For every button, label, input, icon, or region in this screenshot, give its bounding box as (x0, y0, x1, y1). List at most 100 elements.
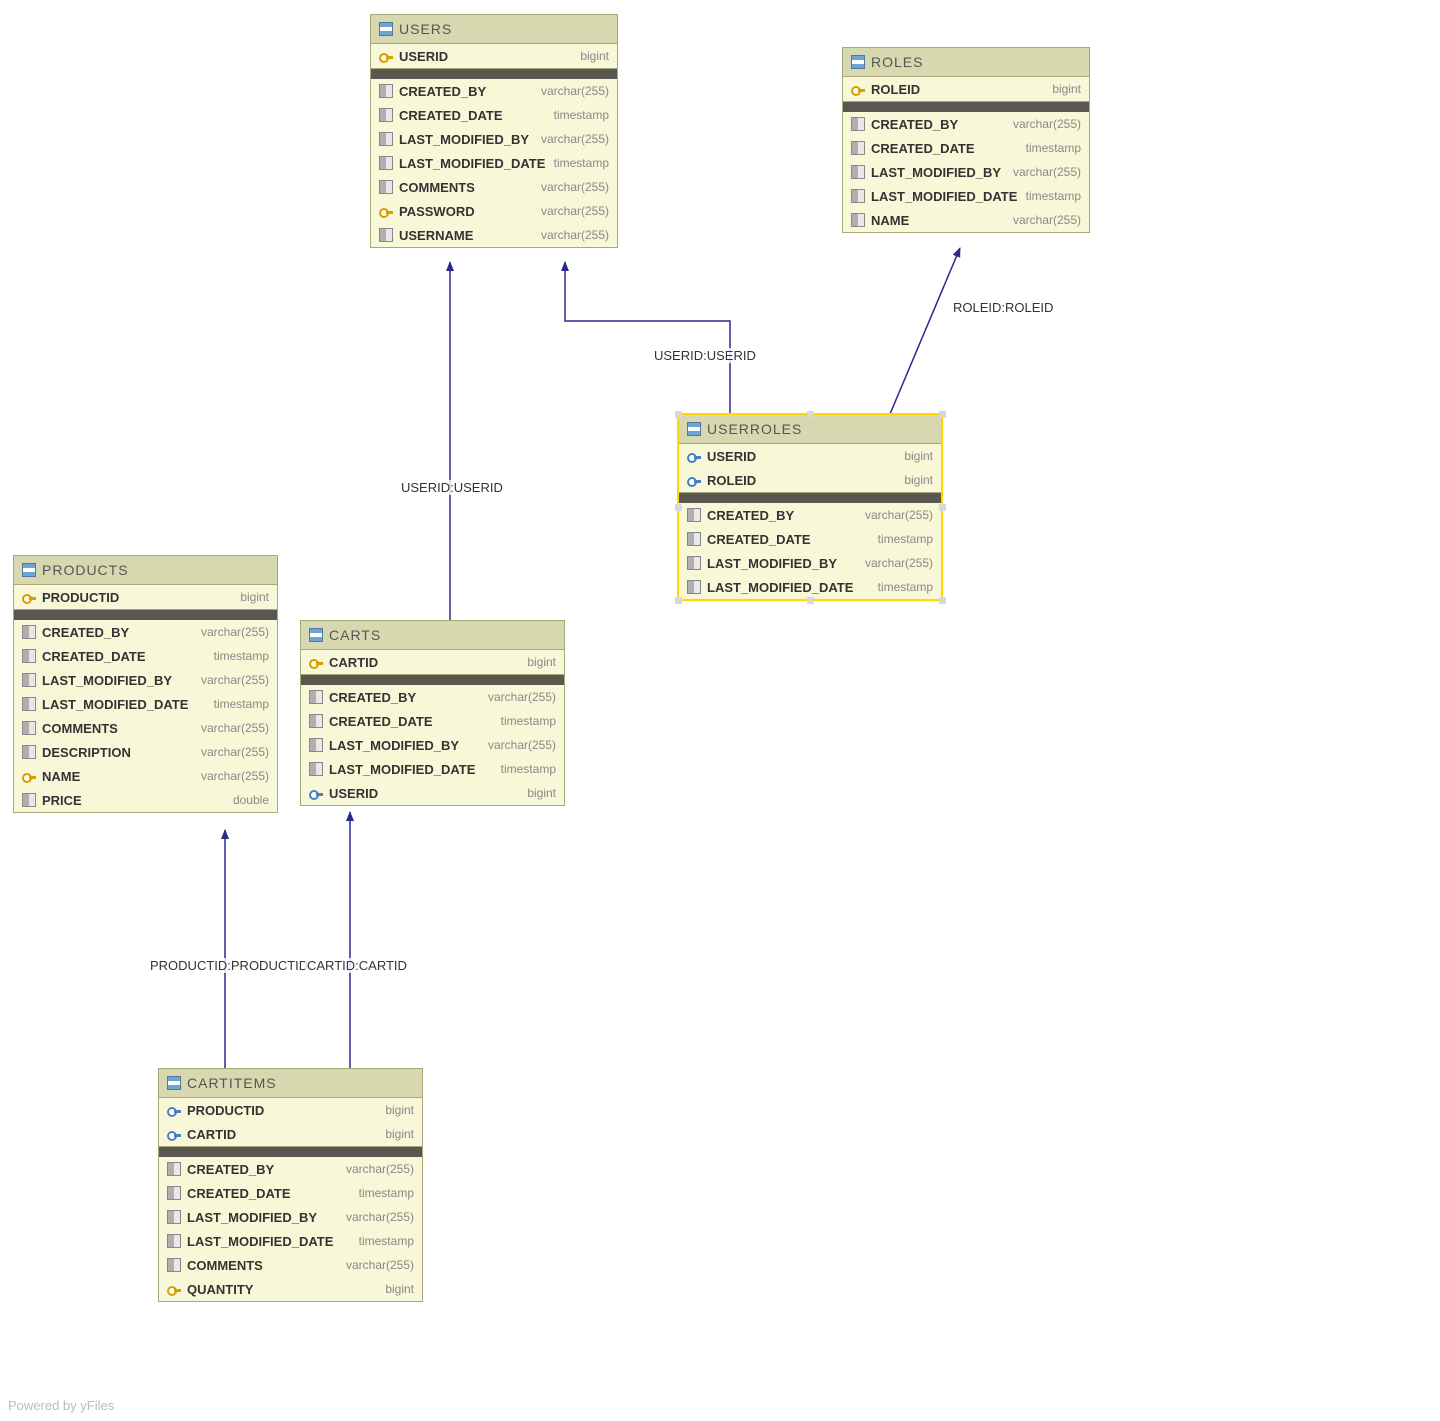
column-row[interactable]: USERNAMEvarchar(255) (371, 223, 617, 247)
column-row[interactable]: CREATED_DATEtimestamp (159, 1181, 422, 1205)
column-name: ROLEID (871, 82, 920, 97)
column-row[interactable]: LAST_MODIFIED_DATEtimestamp (371, 151, 617, 175)
key-icon (167, 1282, 181, 1296)
primary-key-row[interactable]: ROLEIDbigint (843, 77, 1089, 101)
column-name: CREATED_BY (707, 508, 794, 523)
column-name: CREATED_DATE (707, 532, 811, 547)
column-row[interactable]: LAST_MODIFIED_BYvarchar(255) (679, 551, 941, 575)
column-icon (167, 1258, 181, 1272)
selection-handle[interactable] (807, 411, 814, 418)
primary-key-row[interactable]: USERIDbigint (371, 44, 617, 68)
column-icon (309, 714, 323, 728)
entity-header[interactable]: CARTS (301, 621, 564, 650)
column-name: USERID (707, 449, 756, 464)
primary-key-row[interactable]: PRODUCTIDbigint (159, 1098, 422, 1122)
column-row[interactable]: LAST_MODIFIED_DATEtimestamp (301, 757, 564, 781)
column-name: NAME (871, 213, 909, 228)
column-row[interactable]: LAST_MODIFIED_BYvarchar(255) (159, 1205, 422, 1229)
column-row[interactable]: COMMENTSvarchar(255) (159, 1253, 422, 1277)
column-type: timestamp (214, 649, 269, 663)
column-row[interactable]: LAST_MODIFIED_DATEtimestamp (843, 184, 1089, 208)
column-icon (379, 156, 393, 170)
primary-key-row[interactable]: PRODUCTID bigint (14, 585, 277, 609)
column-icon (22, 793, 36, 807)
column-row[interactable]: QUANTITYbigint (159, 1277, 422, 1301)
primary-key-row[interactable]: CARTIDbigint (159, 1122, 422, 1146)
footer-credit: Powered by yFiles (8, 1398, 114, 1413)
primary-key-row[interactable]: ROLEIDbigint (679, 468, 941, 492)
key-icon (22, 769, 36, 783)
column-type: varchar(255) (201, 721, 269, 735)
column-row[interactable]: NAMEvarchar(255) (843, 208, 1089, 232)
column-type: varchar(255) (201, 625, 269, 639)
entity-cartitems[interactable]: CARTITEMSPRODUCTIDbigintCARTIDbigint CREA… (158, 1068, 423, 1302)
column-name: LAST_MODIFIED_BY (42, 673, 172, 688)
column-name: COMMENTS (42, 721, 118, 736)
entity-carts[interactable]: CARTSCARTIDbigint CREATED_BYvarchar(255)C… (300, 620, 565, 806)
primary-key-row[interactable]: CARTIDbigint (301, 650, 564, 674)
column-row[interactable]: LAST_MODIFIED_BYvarchar(255) (301, 733, 564, 757)
column-row[interactable]: PRICEdouble (14, 788, 277, 812)
column-row[interactable]: COMMENTS varchar(255) (14, 716, 277, 740)
column-icon (22, 721, 36, 735)
primary-key-row[interactable]: USERIDbigint (679, 444, 941, 468)
column-row[interactable]: CREATED_DATEtimestamp (14, 644, 277, 668)
column-row[interactable]: LAST_MODIFIED_DATEtimestamp (679, 575, 941, 599)
column-row[interactable]: CREATED_BYvarchar(255) (371, 79, 617, 103)
column-row[interactable]: NAMEvarchar(255) (14, 764, 277, 788)
selection-handle[interactable] (675, 504, 682, 511)
entity-header[interactable]: PRODUCTS (14, 556, 277, 585)
entity-header[interactable]: USERROLES (679, 415, 941, 444)
column-row[interactable]: CREATED_DATEtimestamp (843, 136, 1089, 160)
column-name: PRODUCTID (187, 1103, 264, 1118)
column-row[interactable]: LAST_MODIFIED_DATEtimestamp (14, 692, 277, 716)
column-row[interactable]: LAST_MODIFIED_BY varchar(255) (14, 668, 277, 692)
column-type: bigint (240, 590, 269, 604)
column-row[interactable]: USERIDbigint (301, 781, 564, 805)
entity-users[interactable]: USERSUSERIDbigintCREATED_BYvarchar(255)C… (370, 14, 618, 248)
entity-header[interactable]: ROLES (843, 48, 1089, 77)
column-icon (167, 1162, 181, 1176)
column-row[interactable]: LAST_MODIFIED_BYvarchar(255) (371, 127, 617, 151)
column-type: varchar(255) (346, 1162, 414, 1176)
column-icon (309, 762, 323, 776)
column-row[interactable]: CREATED_BYvarchar(255) (843, 112, 1089, 136)
column-name: LAST_MODIFIED_DATE (707, 580, 853, 595)
column-row[interactable]: DESCRIPTIONvarchar(255) (14, 740, 277, 764)
entity-header[interactable]: CARTITEMS (159, 1069, 422, 1098)
selection-handle[interactable] (939, 504, 946, 511)
selection-handle[interactable] (939, 597, 946, 604)
column-row[interactable]: PASSWORDvarchar(255) (371, 199, 617, 223)
table-icon (22, 563, 36, 577)
selection-handle[interactable] (675, 411, 682, 418)
column-row[interactable]: CREATED_BYvarchar(255) (301, 685, 564, 709)
column-icon (22, 625, 36, 639)
column-row[interactable]: CREATED_DATEtimestamp (371, 103, 617, 127)
selection-handle[interactable] (675, 597, 682, 604)
column-row[interactable]: LAST_MODIFIED_BYvarchar(255) (843, 160, 1089, 184)
column-type: timestamp (501, 762, 556, 776)
selection-handle[interactable] (939, 411, 946, 418)
column-icon (167, 1234, 181, 1248)
entity-products[interactable]: PRODUCTS PRODUCTID bigint CREATED_BYvarchar… (13, 555, 278, 813)
column-name: PRODUCTID (42, 590, 119, 605)
column-type: double (233, 793, 269, 807)
column-row[interactable]: CREATED_DATEtimestamp (301, 709, 564, 733)
column-icon (851, 213, 865, 227)
column-row[interactable]: LAST_MODIFIED_DATEtimestamp (159, 1229, 422, 1253)
column-type: varchar(255) (541, 204, 609, 218)
column-row[interactable]: CREATED_BYvarchar(255) (14, 620, 277, 644)
entity-roles[interactable]: ROLESROLEIDbigint CREATED_BYvarchar(255)C… (842, 47, 1090, 233)
entity-userroles[interactable]: USERROLESUSERIDbigintROLEIDbigint CREATED… (678, 414, 942, 600)
column-name: USERID (329, 786, 378, 801)
column-type: timestamp (1026, 189, 1081, 203)
column-row[interactable]: CREATED_DATEtimestamp (679, 527, 941, 551)
column-row[interactable]: CREATED_BYvarchar(255) (159, 1157, 422, 1181)
column-row[interactable]: COMMENTSvarchar(255) (371, 175, 617, 199)
key-icon (379, 49, 393, 63)
column-row[interactable]: CREATED_BYvarchar(255) (679, 503, 941, 527)
entity-header[interactable]: USERS (371, 15, 617, 44)
column-type: varchar(255) (541, 84, 609, 98)
column-type: varchar(255) (201, 673, 269, 687)
selection-handle[interactable] (807, 597, 814, 604)
